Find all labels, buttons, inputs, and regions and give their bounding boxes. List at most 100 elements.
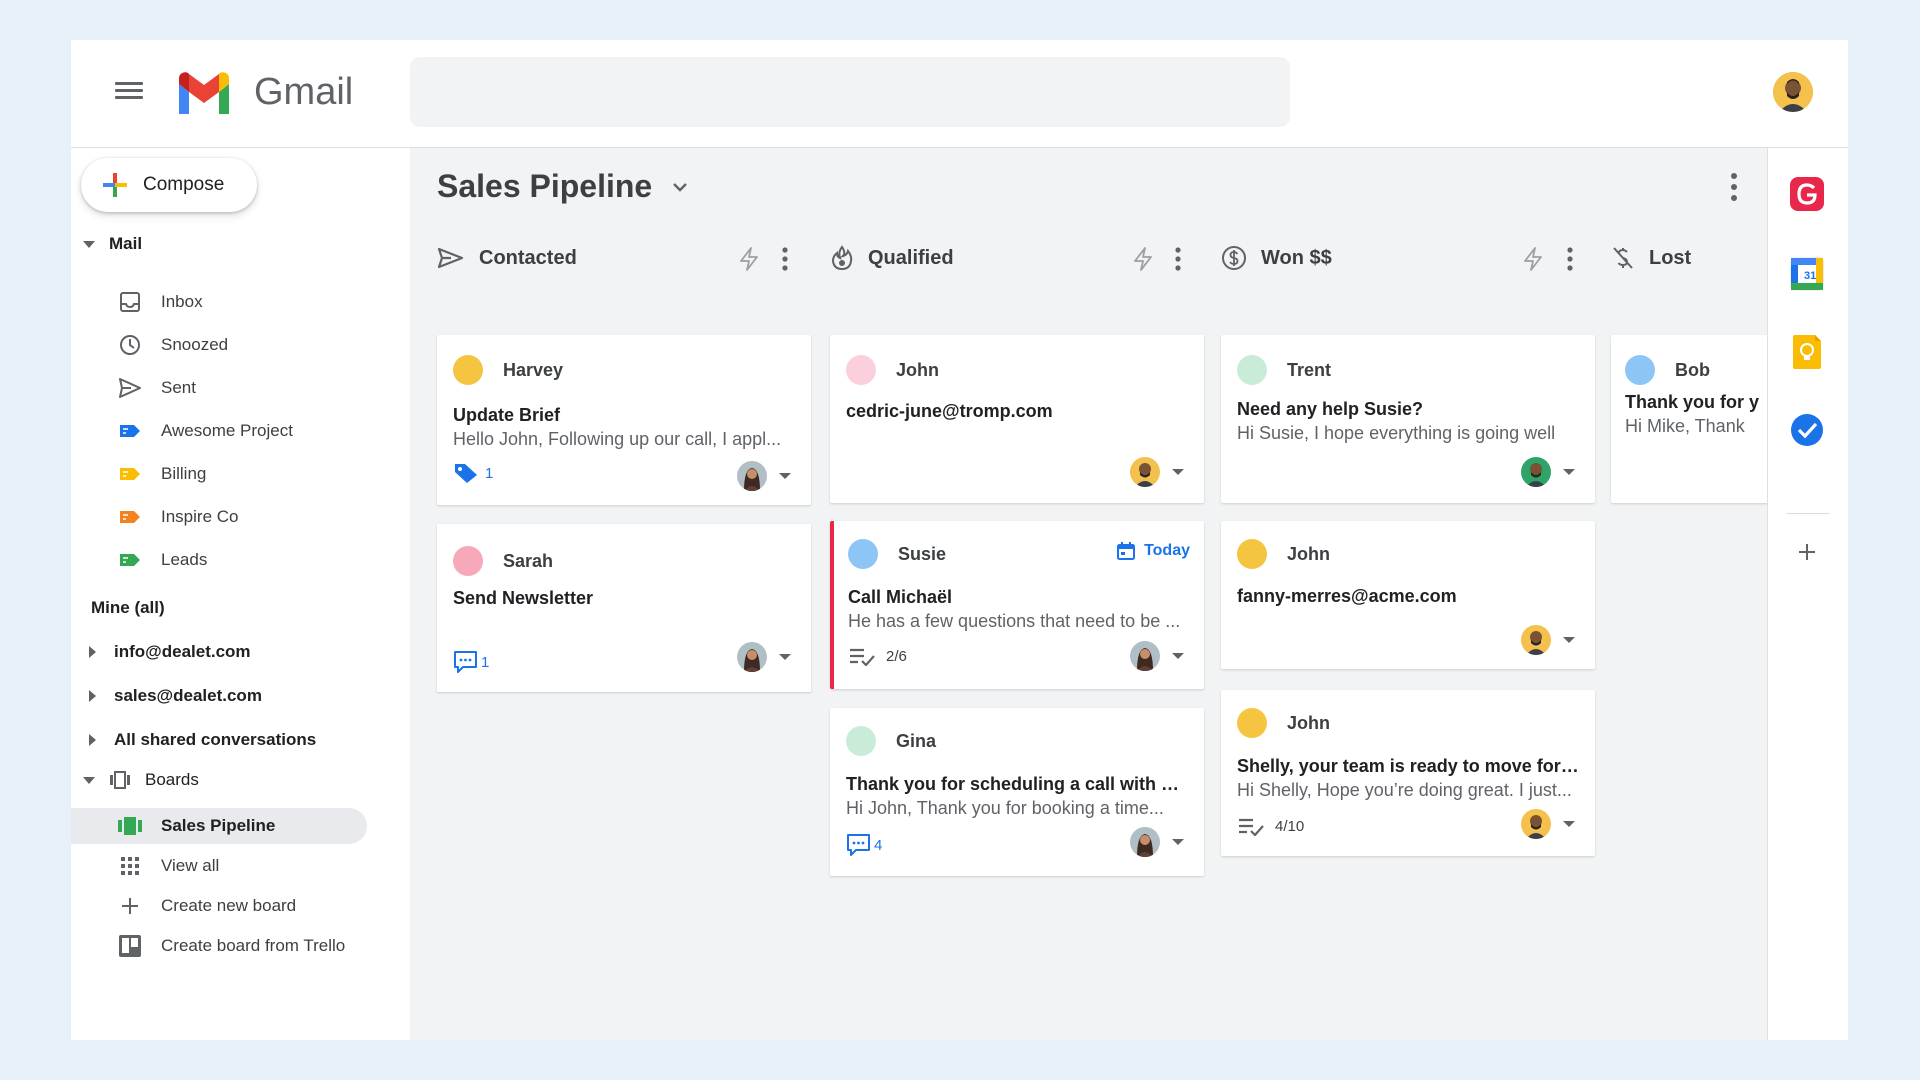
assignee-dropdown[interactable]	[1521, 625, 1575, 655]
board-card[interactable]: John Shelly, your team is ready to move …	[1221, 690, 1595, 856]
mail-section-header[interactable]: Mail	[83, 234, 142, 254]
shared-inbox-label: All shared conversations	[114, 730, 317, 749]
assignee-dropdown[interactable]	[1130, 641, 1184, 671]
assignee-dropdown[interactable]	[1130, 457, 1184, 487]
card-subject: Shelly, your team is ready to move forw.…	[1237, 756, 1582, 776]
board-card[interactable]: Trent Need any help Susie? Hi Susie, I h…	[1221, 335, 1595, 503]
sidebar-item-leads[interactable]: Leads	[117, 542, 207, 578]
assignee-avatar	[737, 642, 767, 672]
dealet-app-button[interactable]	[1787, 174, 1827, 214]
comment-count: 1	[481, 653, 490, 671]
due-date-label: Today	[1144, 542, 1190, 559]
sidebar-item-label: Sales Pipeline	[161, 816, 276, 835]
board-area: Sales Pipeline Contacted Qualified Won $…	[410, 148, 1767, 1040]
board-card[interactable]: Bob Thank you for y Hi Mike, Thank	[1611, 335, 1767, 503]
column-header-won[interactable]: Won $$	[1221, 238, 1581, 278]
sidebar-item-inspire-co[interactable]: Inspire Co	[117, 499, 238, 535]
sidebar-item-view-all[interactable]: View all	[117, 848, 219, 884]
sidebar-item-create-from-trello[interactable]: Create board from Trello	[117, 928, 345, 964]
sidebar-item-billing[interactable]: Billing	[117, 456, 206, 492]
bolt-icon[interactable]	[1521, 246, 1545, 272]
more-vert-icon[interactable]	[1724, 170, 1744, 204]
assignee-avatar	[1521, 625, 1551, 655]
google-keep-icon	[1793, 335, 1821, 369]
assignee-dropdown[interactable]	[1130, 827, 1184, 857]
column-header-qualified[interactable]: Qualified	[830, 238, 1190, 278]
app-window: Gmail Compose Mail Inbox Snoozed Sent Aw…	[71, 40, 1848, 1040]
board-title-dropdown[interactable]: Sales Pipeline	[437, 168, 688, 205]
assignee-dropdown[interactable]	[1521, 457, 1575, 487]
bolt-icon[interactable]	[1131, 246, 1155, 272]
board-card[interactable]: John fanny-merres@acme.com	[1221, 521, 1595, 669]
assignee-dropdown[interactable]	[737, 642, 791, 672]
caret-right-icon	[89, 690, 96, 702]
sidebar-item-label: Create new board	[161, 896, 297, 915]
board-card[interactable]: John cedric-june@tromp.com	[830, 335, 1204, 503]
assignee-dropdown[interactable]	[737, 461, 791, 491]
main-menu-icon[interactable]	[115, 78, 143, 106]
dollar-icon	[1222, 246, 1246, 270]
card-snippet: Hi John, Thank you for booking a time...	[846, 798, 1164, 818]
sidebar-item-create-new-board[interactable]: Create new board	[117, 888, 296, 924]
more-vert-icon[interactable]	[1171, 246, 1185, 272]
compose-label: Compose	[143, 174, 225, 195]
board-card-flagged[interactable]: Susie Today Call Michaël He has a few qu…	[830, 521, 1204, 689]
column-header-lost[interactable]: Lost	[1611, 238, 1767, 278]
label-icon	[120, 468, 140, 480]
keep-app-button[interactable]	[1787, 332, 1827, 372]
sidebar-item-label: View all	[161, 856, 220, 875]
search-input[interactable]	[410, 57, 1290, 127]
board-icon	[118, 817, 142, 835]
caret-right-icon	[89, 646, 96, 658]
sidebar-item-inbox[interactable]: Inbox	[117, 284, 203, 320]
sidebar-item-snoozed[interactable]: Snoozed	[117, 327, 228, 363]
caret-down-icon	[1172, 653, 1184, 659]
boards-section-label: Boards	[145, 770, 199, 789]
tag-count: 1	[485, 464, 494, 482]
rail-divider	[1786, 513, 1830, 514]
sidebar-item-label: Inbox	[161, 292, 203, 311]
shared-all-conversations[interactable]: All shared conversations	[89, 723, 316, 757]
assignee-avatar	[1521, 809, 1551, 839]
flame-icon	[831, 245, 853, 271]
assignee-dropdown[interactable]	[1521, 809, 1575, 839]
more-vert-icon[interactable]	[1563, 246, 1577, 272]
shared-inbox-sales[interactable]: sales@dealet.com	[89, 679, 262, 713]
sidebar-item-awesome-project[interactable]: Awesome Project	[117, 413, 293, 449]
compose-button[interactable]: Compose	[81, 158, 257, 212]
shared-inbox-label: sales@dealet.com	[114, 686, 262, 705]
label-icon	[120, 511, 140, 523]
clock-icon	[120, 335, 140, 355]
get-addons-button[interactable]	[1787, 532, 1827, 572]
more-vert-icon[interactable]	[778, 246, 792, 272]
contact-avatar	[846, 726, 876, 756]
board-card[interactable]: Gina Thank you for scheduling a call wit…	[830, 708, 1204, 876]
mine-section-header[interactable]: Mine (all)	[91, 598, 165, 618]
assignee-avatar	[1130, 827, 1160, 857]
contact-name: Trent	[1287, 359, 1332, 380]
calendar-app-button[interactable]: 31	[1787, 254, 1827, 294]
contact-name: Sarah	[503, 550, 554, 571]
contact-avatar	[1237, 539, 1267, 569]
bolt-icon[interactable]	[737, 246, 761, 272]
shared-inbox-info[interactable]: info@dealet.com	[89, 635, 251, 669]
card-subject: fanny-merres@acme.com	[1237, 586, 1457, 606]
contact-name: Harvey	[503, 359, 564, 380]
tasks-app-button[interactable]	[1787, 410, 1827, 450]
board-card[interactable]: Sarah Send Newsletter 1	[437, 524, 811, 692]
caret-down-icon	[1563, 821, 1575, 827]
card-subject: Thank you for scheduling a call with m..…	[846, 774, 1191, 794]
sidebar-item-sales-pipeline[interactable]: Sales Pipeline	[71, 808, 367, 844]
card-subject: cedric-june@tromp.com	[846, 401, 1053, 421]
account-avatar[interactable]	[1773, 72, 1813, 112]
side-panel-rail: 31	[1767, 148, 1848, 1040]
svg-text:31: 31	[1804, 270, 1816, 282]
due-date-badge[interactable]: Today	[1116, 541, 1190, 561]
board-card[interactable]: Harvey Update Brief Hello John, Followin…	[437, 335, 811, 505]
boards-section-header[interactable]: Boards	[83, 770, 199, 790]
caret-down-icon	[83, 240, 95, 248]
column-header-contacted[interactable]: Contacted	[437, 238, 797, 278]
sidebar-item-label: Billing	[161, 464, 207, 483]
contact-avatar	[1625, 355, 1655, 385]
sidebar-item-sent[interactable]: Sent	[117, 370, 196, 406]
